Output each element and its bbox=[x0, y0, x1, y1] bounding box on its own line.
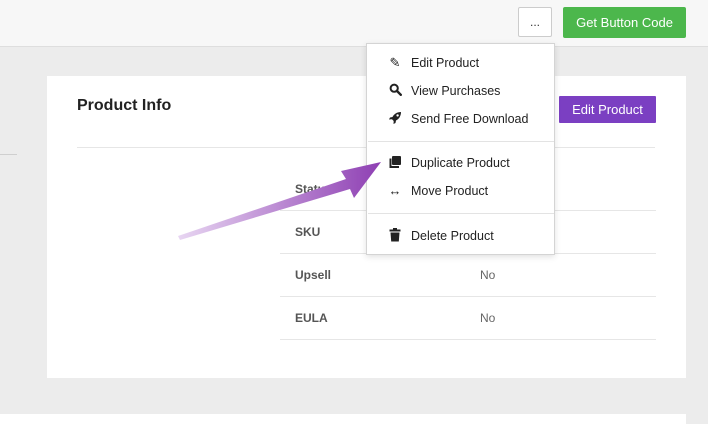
annotation-arrow bbox=[178, 162, 381, 240]
